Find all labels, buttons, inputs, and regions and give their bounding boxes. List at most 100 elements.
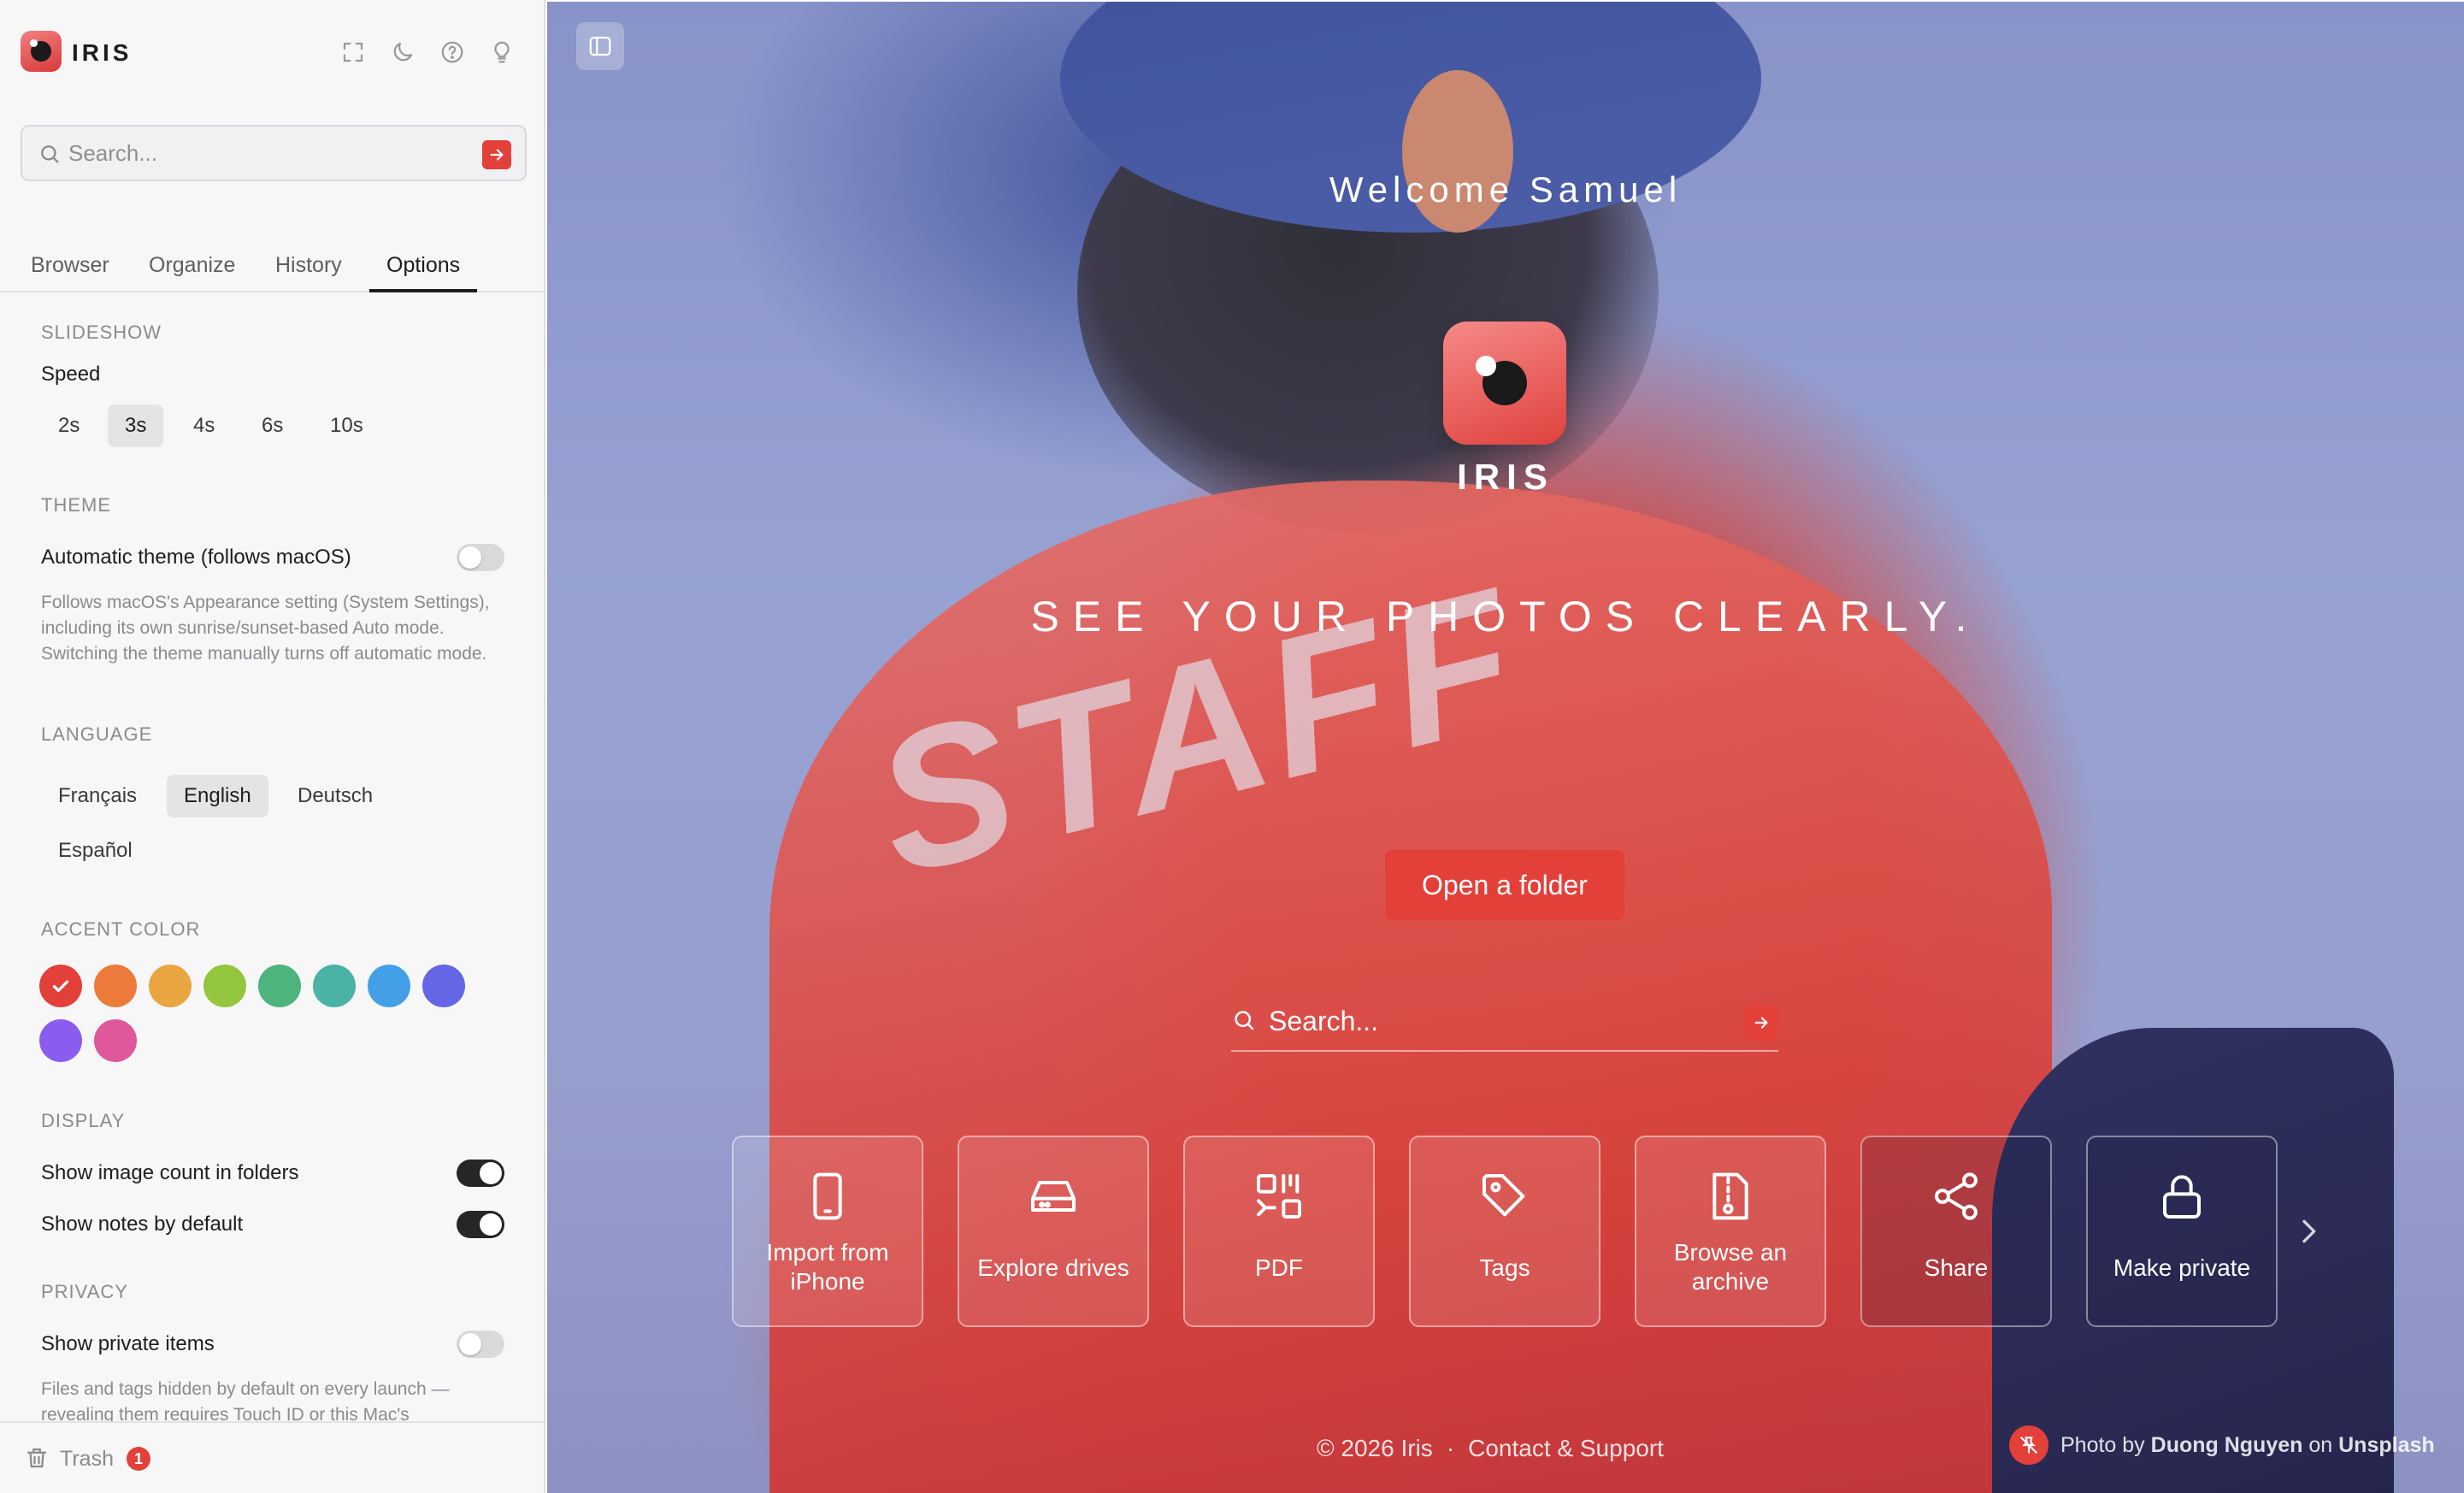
tile-label: Browse an archive <box>1673 1239 1788 1295</box>
accent-swatch[interactable] <box>368 965 410 1007</box>
tile-share[interactable]: Share <box>1860 1136 2052 1327</box>
trash-icon[interactable] <box>24 1445 50 1471</box>
tile-make-private[interactable]: Make private <box>2086 1136 2278 1327</box>
private-items-help: Files and tags hidden by default on ever… <box>41 1379 450 1425</box>
credit-prefix: Photo by <box>2060 1432 2145 1457</box>
tile-label: Make private <box>2113 1254 2251 1281</box>
tab-organize[interactable]: Organize <box>132 248 252 292</box>
theme-heading: THEME <box>41 494 111 516</box>
image-count-toggle[interactable] <box>457 1160 504 1187</box>
accent-swatch[interactable] <box>39 1019 82 1062</box>
sidebar-toggle-button[interactable] <box>576 22 624 70</box>
sidebar-tabs: Browser Organize History Options <box>0 238 544 292</box>
search-submit-button[interactable] <box>482 140 511 169</box>
image-count-label: Show image count in folders <box>41 1161 299 1184</box>
notes-default-toggle[interactable] <box>457 1211 504 1238</box>
language-option-francais[interactable]: Français <box>41 775 154 817</box>
fullscreen-icon[interactable] <box>337 36 369 68</box>
tile-label: PDF <box>1255 1254 1303 1281</box>
tile-browse-archive[interactable]: Browse an archive <box>1635 1136 1826 1327</box>
arrow-right-icon <box>490 149 504 161</box>
share-icon <box>1862 1166 2050 1226</box>
tile-label: Import from iPhone <box>766 1239 889 1295</box>
tile-label: Tags <box>1479 1254 1530 1281</box>
tab-browser[interactable]: Browser <box>14 248 127 292</box>
tile-tags[interactable]: Tags <box>1409 1136 1600 1327</box>
language-heading: LANGUAGE <box>41 723 153 745</box>
auto-theme-toggle[interactable] <box>457 544 504 571</box>
app-logo <box>21 31 62 72</box>
arrow-right-icon <box>1754 1017 1768 1029</box>
speed-option-3s[interactable]: 3s <box>108 404 164 447</box>
contact-support-link[interactable]: Contact & Support <box>1468 1435 1664 1462</box>
language-option-espanol[interactable]: Español <box>41 829 150 872</box>
sidebar-search-input[interactable] <box>68 135 479 171</box>
notes-default-label: Show notes by default <box>41 1213 244 1236</box>
tile-pdf[interactable]: PDF <box>1183 1136 1375 1327</box>
tile-explore-drives[interactable]: Explore drives <box>958 1136 1149 1327</box>
app-name: IRIS <box>72 39 133 66</box>
accent-swatch[interactable] <box>313 965 356 1007</box>
auto-theme-label: Automatic theme (follows macOS) <box>41 546 351 569</box>
language-option-deutsch[interactable]: Deutsch <box>280 775 390 817</box>
search-icon <box>1231 1007 1257 1033</box>
moon-icon[interactable] <box>386 36 419 68</box>
accent-swatch[interactable] <box>94 1019 137 1062</box>
tagline: SEE YOUR PHOTOS CLEARLY. <box>1030 593 1981 640</box>
hero-search-submit-button[interactable] <box>1744 1006 1778 1040</box>
private-items-label: Show private items <box>41 1332 215 1355</box>
credit-middle: on <box>2308 1432 2333 1457</box>
copyright-text: © 2026 Iris <box>1317 1435 1433 1461</box>
tile-import-iphone[interactable]: Import from iPhone <box>732 1136 923 1327</box>
photo-credit: Photo by Duong Nguyen on Unsplash <box>2009 1425 2435 1466</box>
speed-option-4s[interactable]: 4s <box>176 404 232 447</box>
accent-swatch[interactable] <box>203 965 246 1007</box>
lightbulb-icon[interactable] <box>486 36 518 68</box>
credit-source-link[interactable]: Unsplash <box>2338 1433 2435 1458</box>
sidebar: IRIS Browser Organize History Options SL… <box>0 0 545 1493</box>
phone-icon <box>734 1166 922 1226</box>
accent-swatch[interactable] <box>39 965 82 1007</box>
archive-icon <box>1636 1166 1824 1226</box>
accent-swatch[interactable] <box>422 965 465 1007</box>
search-icon <box>38 142 62 166</box>
accent-swatch[interactable] <box>149 965 192 1007</box>
pdf-icon <box>1185 1166 1373 1226</box>
accent-swatch[interactable] <box>258 965 301 1007</box>
accent-color-heading: ACCENT COLOR <box>41 918 201 940</box>
private-items-toggle[interactable] <box>457 1331 504 1358</box>
open-folder-button[interactable]: Open a folder <box>1385 850 1624 920</box>
drive-icon <box>959 1166 1147 1226</box>
checkmark-icon <box>52 980 69 993</box>
speed-option-2s[interactable]: 2s <box>41 404 97 447</box>
chevron-right-icon[interactable] <box>2291 1214 2325 1248</box>
sidebar-search <box>21 125 527 181</box>
main-hero: STAFF Welcome Samuel IRIS SEE YOUR PHOTO… <box>547 2 2464 1493</box>
hero-app-logo <box>1443 322 1566 445</box>
sidebar-header: IRIS <box>21 31 525 74</box>
slideshow-heading: SLIDESHOW <box>41 322 162 343</box>
accent-swatch[interactable] <box>94 965 137 1007</box>
tile-label: Explore drives <box>977 1254 1129 1281</box>
hero-app-name: IRIS <box>1457 457 1554 497</box>
credit-author-link[interactable]: Duong Nguyen <box>2151 1433 2303 1458</box>
pin-off-icon[interactable] <box>2009 1425 2048 1465</box>
tag-icon <box>1411 1166 1599 1226</box>
welcome-message: Welcome Samuel <box>1329 169 1683 209</box>
tile-label: Share <box>1924 1254 1989 1281</box>
hero-search-input[interactable] <box>1269 1002 1713 1040</box>
auto-theme-help: Follows macOS's Appearance setting (Syst… <box>41 593 490 664</box>
display-heading: DISPLAY <box>41 1110 126 1131</box>
tab-options[interactable]: Options <box>369 248 478 292</box>
trash-count-badge: 1 <box>127 1447 150 1471</box>
language-option-english[interactable]: English <box>167 775 268 817</box>
tab-history[interactable]: History <box>258 248 359 292</box>
hero-footer: © 2026 Iris · Contact & Support <box>1317 1435 1664 1462</box>
help-icon[interactable] <box>436 36 469 68</box>
sidebar-footer: Trash 1 <box>0 1421 544 1493</box>
hero-search <box>1231 994 1778 1052</box>
trash-label[interactable]: Trash <box>60 1447 114 1472</box>
speed-option-10s[interactable]: 10s <box>313 404 380 447</box>
speed-option-6s[interactable]: 6s <box>245 404 300 447</box>
lock-icon <box>2088 1166 2276 1226</box>
